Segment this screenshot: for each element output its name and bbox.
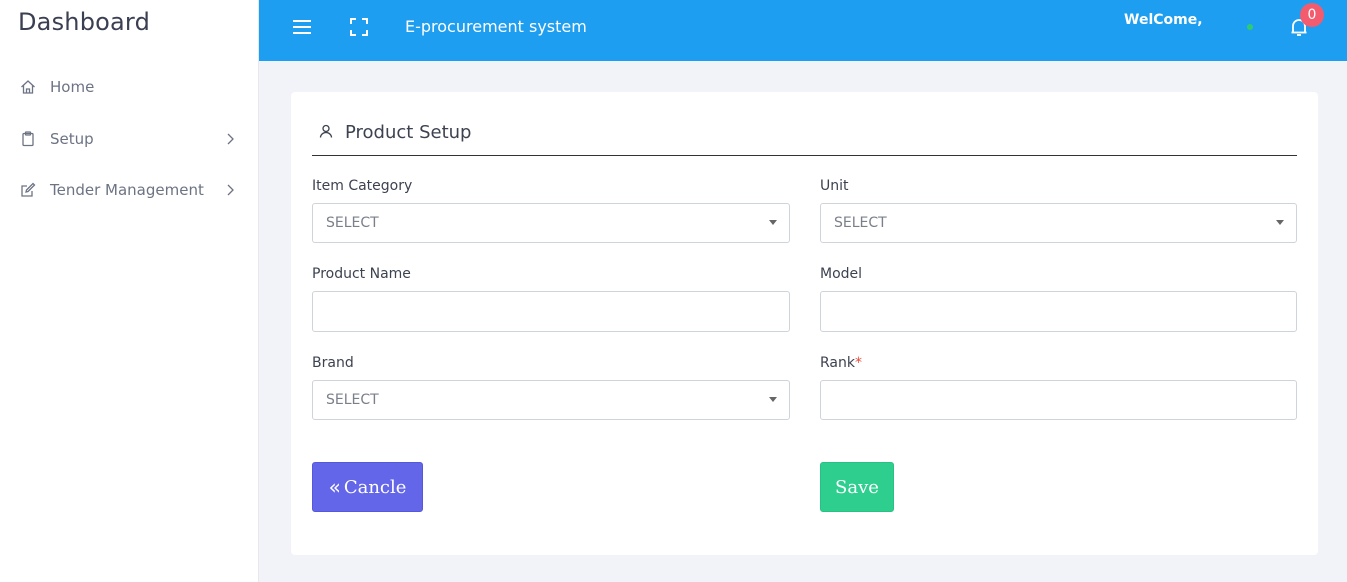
- brand-value: SELECT: [326, 392, 379, 408]
- sidebar-item-label: Home: [50, 78, 95, 96]
- brand-select[interactable]: SELECT: [312, 380, 790, 420]
- chevron-right-icon: [222, 182, 238, 198]
- top-bar: E-procurement system WelCome, 0: [259, 0, 1347, 61]
- card-header: Product Setup: [312, 118, 1297, 156]
- sidebar: Dashboard Home Setup Tender Management: [0, 0, 259, 582]
- rank-input[interactable]: [820, 380, 1297, 420]
- item-category-value: SELECT: [326, 215, 379, 231]
- sidebar-item-setup[interactable]: Setup: [0, 119, 258, 159]
- edit-icon: [20, 182, 36, 198]
- welcome-text: WelCome,: [1124, 12, 1203, 28]
- sidebar-item-home[interactable]: Home: [0, 67, 258, 107]
- notification-badge: 0: [1300, 3, 1324, 27]
- model-input[interactable]: [820, 291, 1297, 332]
- fullscreen-icon[interactable]: [348, 16, 370, 38]
- dropdown-caret-icon: [769, 397, 777, 402]
- online-status-dot: [1247, 24, 1253, 30]
- sidebar-item-tender-management[interactable]: Tender Management: [0, 170, 258, 210]
- double-chevron-left-icon: «: [328, 475, 341, 499]
- unit-select[interactable]: SELECT: [820, 203, 1297, 243]
- clipboard-icon: [20, 131, 36, 147]
- user-icon: [319, 124, 333, 138]
- required-mark: *: [854, 355, 862, 371]
- home-icon: [20, 79, 36, 95]
- menu-icon[interactable]: [291, 16, 313, 38]
- unit-label: Unit: [820, 178, 849, 194]
- cancel-button[interactable]: « Cancle: [312, 462, 423, 512]
- sidebar-item-label: Tender Management: [50, 181, 204, 199]
- brand-label: Brand: [312, 355, 354, 371]
- system-title: E-procurement system: [405, 17, 587, 36]
- item-category-select[interactable]: SELECT: [312, 203, 790, 243]
- chevron-right-icon: [222, 131, 238, 147]
- product-name-input[interactable]: [312, 291, 790, 332]
- cancel-button-label: Cancle: [343, 476, 407, 498]
- model-label: Model: [820, 266, 863, 282]
- rank-label: Rank*: [820, 355, 862, 371]
- page-title: Product Setup: [345, 122, 472, 143]
- save-button[interactable]: Save: [820, 462, 894, 512]
- dropdown-caret-icon: [769, 220, 777, 225]
- product-name-label: Product Name: [312, 266, 411, 282]
- sidebar-item-label: Setup: [50, 130, 94, 148]
- dropdown-caret-icon: [1276, 220, 1284, 225]
- save-button-label: Save: [835, 476, 879, 498]
- unit-value: SELECT: [834, 215, 887, 231]
- sidebar-brand: Dashboard: [18, 8, 151, 36]
- item-category-label: Item Category: [312, 178, 413, 194]
- rank-label-text: Rank: [820, 355, 855, 371]
